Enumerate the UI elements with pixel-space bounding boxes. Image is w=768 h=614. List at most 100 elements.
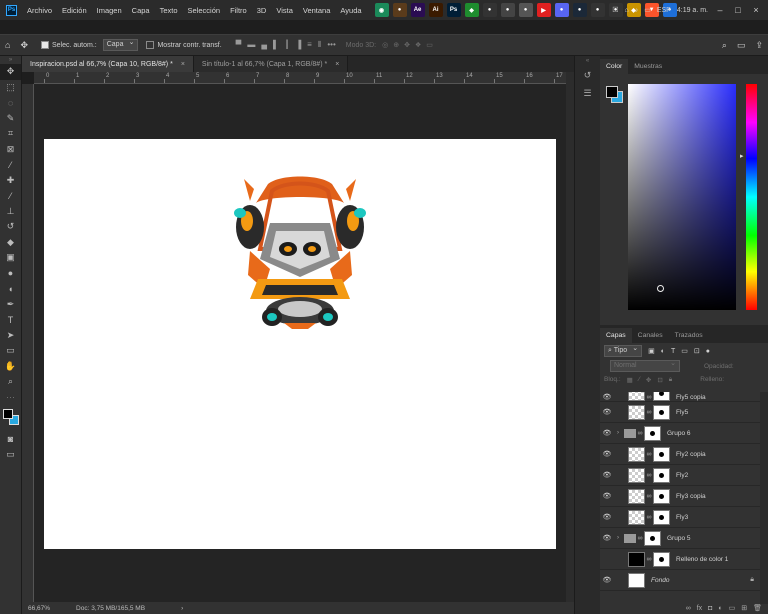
delete-layer-icon[interactable]: 🗑︎ <box>753 604 762 612</box>
panel-tab-muestras[interactable]: Muestras <box>628 59 668 74</box>
app-icon-1[interactable]: ◉ <box>374 3 389 17</box>
menu-item-3d[interactable]: 3D <box>252 6 272 15</box>
menu-item-edicion[interactable]: Edición <box>57 6 92 15</box>
collapse-panels-icon[interactable]: « <box>575 56 600 66</box>
visibility-eye-icon[interactable]: 👁︎ <box>600 534 614 542</box>
filter-shape-icon[interactable]: ▭ <box>681 347 688 355</box>
layers-scrollbar[interactable] <box>760 392 768 604</box>
layer-filter-dropdown[interactable]: ⌕ Tipo <box>604 344 643 357</box>
menu-item-archivo[interactable]: Archivo <box>22 6 57 15</box>
network-icon[interactable]: ⌂ <box>624 7 628 14</box>
maximize-icon[interactable]: □ <box>732 5 744 15</box>
panel-tab-capas[interactable]: Capas <box>600 328 632 343</box>
color-panel-foreground[interactable] <box>606 86 618 98</box>
visibility-eye-icon[interactable]: 👁︎ <box>600 513 614 521</box>
more-tools-icon[interactable]: ··· <box>0 390 21 406</box>
visibility-eye-icon[interactable]: 👁︎ <box>600 393 614 401</box>
align-top-icon[interactable]: ▀ <box>236 40 242 50</box>
align-hcenter-icon[interactable]: ┃ <box>285 40 290 50</box>
path-select-tool[interactable]: ➤ <box>0 328 21 344</box>
foreground-color[interactable] <box>3 409 13 419</box>
color-picker-field[interactable] <box>628 84 736 310</box>
mask-link-icon[interactable]: ∞ <box>645 514 653 521</box>
app-icon-2[interactable]: ● <box>392 3 407 17</box>
hue-slider-handle-icon[interactable]: ▸ <box>740 152 744 160</box>
move-tool[interactable]: ✥ <box>0 64 21 80</box>
healing-tool[interactable]: ✚ <box>0 173 21 189</box>
color-swatches[interactable] <box>0 405 21 431</box>
layer-mask-thumbnail[interactable] <box>653 488 670 504</box>
app-icon-9[interactable]: ● <box>518 3 533 17</box>
layer-row[interactable]: ∞ Relleno de color 1 <box>600 549 760 570</box>
lock-pixels-icon[interactable]: ▦ <box>627 376 633 384</box>
search-icon[interactable]: ⌕ <box>722 40 727 51</box>
visibility-eye-icon[interactable]: 👁︎ <box>600 408 614 416</box>
share-icon[interactable]: ⇪ <box>755 40 763 51</box>
fx-icon[interactable]: fx <box>697 605 702 612</box>
adjustment-layer-icon[interactable]: ◐ <box>718 605 722 612</box>
panel-tab-trazados[interactable]: Trazados <box>669 328 709 343</box>
visibility-eye-icon[interactable]: 👁︎ <box>600 429 614 437</box>
frame-tool[interactable]: ⊠ <box>0 142 21 158</box>
auto-select-dropdown[interactable]: Capa <box>102 38 139 51</box>
mask-link-icon[interactable]: ∞ <box>645 556 653 563</box>
gradient-tool[interactable]: ▣ <box>0 250 21 266</box>
lock-all-icon[interactable]: 🔒︎ <box>669 376 672 384</box>
battery-icon[interactable]: ▭ <box>644 6 651 14</box>
layer-row[interactable]: 👁︎ ∞ Fly5 copia <box>600 392 760 402</box>
link-layers-icon[interactable]: ∞ <box>686 605 691 612</box>
panel-tab-canales[interactable]: Canales <box>632 328 669 343</box>
lock-artboard-icon[interactable]: ⊡ <box>657 376 662 384</box>
close-tab-icon[interactable]: × <box>335 61 339 68</box>
expand-group-icon[interactable]: › <box>614 430 622 436</box>
layer-row[interactable]: 👁︎ Fondo 🔒︎ <box>600 570 760 591</box>
hand-tool[interactable]: ✋ <box>0 359 21 375</box>
show-transform-checkbox[interactable] <box>146 41 155 49</box>
brush-tool[interactable]: ⁄ <box>0 188 21 204</box>
new-layer-icon[interactable]: ⊞ <box>741 604 747 612</box>
close-tab-icon[interactable]: × <box>181 61 185 68</box>
filter-toggle-icon[interactable]: ● <box>706 348 710 355</box>
zoom-level[interactable]: 66,67% <box>28 605 50 612</box>
steam-icon[interactable]: ● <box>572 3 587 17</box>
canvas-area[interactable] <box>34 84 566 602</box>
mask-link-icon[interactable]: ∞ <box>645 394 653 401</box>
zoom-tool[interactable]: ⌕ <box>0 374 21 390</box>
canvas-vertical-scrollbar[interactable] <box>566 72 574 602</box>
layer-mask-thumbnail[interactable] <box>653 404 670 420</box>
layer-row[interactable]: 👁︎ ∞ Fly2 copia <box>600 444 760 465</box>
volume-icon[interactable]: ♪ <box>635 7 639 14</box>
hue-slider[interactable] <box>746 84 757 310</box>
history-brush-tool[interactable]: ↺ <box>0 219 21 235</box>
layer-row[interactable]: 👁︎ › ∞ Grupo 5 <box>600 528 760 549</box>
marquee-tool[interactable]: ⬚ <box>0 80 21 96</box>
after-effects-icon[interactable]: Ae <box>410 3 425 17</box>
clone-stamp-tool[interactable]: ⊥ <box>0 204 21 220</box>
align-vcenter-icon[interactable]: ▬ <box>247 40 255 50</box>
visibility-eye-icon[interactable]: 👁︎ <box>600 450 614 458</box>
mask-link-icon[interactable]: ∞ <box>645 472 653 479</box>
menu-item-texto[interactable]: Texto <box>155 6 183 15</box>
panel-tab-color[interactable]: Color <box>600 59 629 74</box>
menu-item-seleccion[interactable]: Selección <box>183 6 226 15</box>
visibility-eye-icon[interactable]: 👁︎ <box>600 576 614 584</box>
document-canvas[interactable] <box>44 139 556 549</box>
crop-tool[interactable]: ⌗ <box>0 126 21 142</box>
eyedropper-tool[interactable]: ⁄ <box>0 157 21 173</box>
youtube-icon[interactable]: ▶ <box>536 3 551 17</box>
mask-link-icon[interactable]: ∞ <box>636 430 644 437</box>
app-icon-6[interactable]: ◆ <box>464 3 479 17</box>
menu-item-imagen[interactable]: Imagen <box>92 6 127 15</box>
layer-row[interactable]: 👁︎ › ∞ Grupo 6 <box>600 423 760 444</box>
more-options-icon[interactable]: ••• <box>327 40 335 50</box>
mask-link-icon[interactable]: ∞ <box>636 535 644 542</box>
move-tool-icon[interactable]: ✥ <box>20 40 28 51</box>
expand-group-icon[interactable]: › <box>614 535 622 541</box>
filter-pixel-icon[interactable]: ▣ <box>648 347 655 355</box>
toolbar-collapse-icon[interactable]: » <box>0 56 21 64</box>
visibility-eye-icon[interactable]: 👁︎ <box>600 471 614 479</box>
lock-position-icon[interactable]: ✥ <box>646 376 651 384</box>
align-bottom-icon[interactable]: ▄ <box>261 40 267 50</box>
lock-paint-icon[interactable]: ⁄ <box>639 376 640 383</box>
history-panel-icon[interactable]: ↺ <box>575 66 600 84</box>
